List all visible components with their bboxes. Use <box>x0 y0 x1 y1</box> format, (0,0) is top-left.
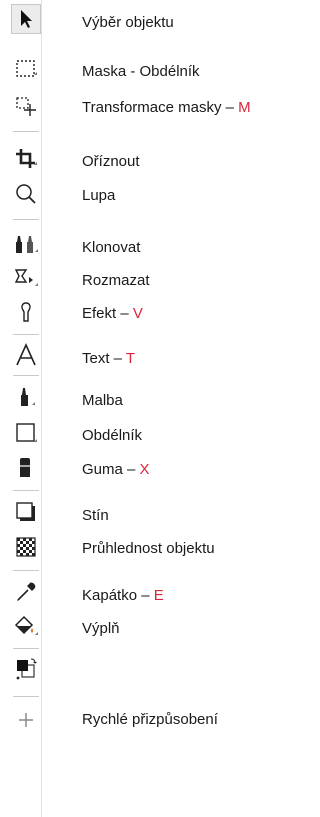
tool-label-clone: Klonovat <box>82 239 141 256</box>
toolbox-separator <box>13 334 39 335</box>
shortcut-key: M <box>238 99 251 116</box>
color-swatch-icon[interactable] <box>11 654 41 684</box>
shortcut-key: E <box>153 587 164 604</box>
shortcut-key: T <box>125 350 136 367</box>
tool-label-transparency: Průhlednost objektu <box>82 540 215 557</box>
toolbox-separator <box>13 131 39 132</box>
tool-label-zoom: Lupa <box>82 187 116 204</box>
text-icon[interactable] <box>11 340 41 370</box>
tool-label-crop: Oříznout <box>82 153 140 170</box>
tool-label-quick-customize: Rychlé přizpůsobení <box>82 711 218 728</box>
shortcut-key: X <box>139 461 150 478</box>
fill-bucket-icon[interactable] <box>11 611 41 641</box>
tool-label-mask-rectangle: Maska - Obdélník <box>82 63 200 80</box>
rectangle-icon[interactable] <box>11 418 41 448</box>
mask-transform-icon[interactable] <box>11 92 41 122</box>
shadow-icon[interactable] <box>11 497 41 527</box>
tool-label-smudge: Rozmazat <box>82 272 150 289</box>
zoom-magnifier-icon[interactable] <box>11 179 41 209</box>
tool-label-paint: Malba <box>82 392 123 409</box>
pick-tool-arrow-icon[interactable] <box>11 4 41 34</box>
tool-label-eraser: Guma – X <box>82 461 150 478</box>
shortcut-key: V <box>132 305 143 322</box>
toolbox-separator <box>13 375 39 376</box>
crop-icon[interactable] <box>11 144 41 174</box>
toolbox-separator <box>13 219 39 220</box>
tool-label-mask-transform: Transformace masky – M <box>82 99 251 116</box>
eraser-icon[interactable] <box>11 453 41 483</box>
paint-brush-icon[interactable] <box>11 382 41 412</box>
tool-label-pick: Výběr objektu <box>82 14 174 31</box>
toolbox-panel <box>9 0 42 817</box>
tool-label-fill: Výplň <box>82 620 120 637</box>
transparency-checker-icon[interactable] <box>11 532 41 562</box>
tool-label-rectangle: Obdélník <box>82 427 143 444</box>
tool-label-shadow: Stín <box>82 507 109 524</box>
toolbox-separator <box>13 696 39 697</box>
toolbox-separator <box>13 648 39 649</box>
toolbox-separator <box>13 490 39 491</box>
eyedropper-icon[interactable] <box>11 577 41 607</box>
tool-label-effect: Efekt – V <box>82 305 143 322</box>
effect-icon[interactable] <box>11 297 41 327</box>
mask-rectangle-icon[interactable] <box>11 54 41 84</box>
tool-label-text: Text – T <box>82 350 136 367</box>
quick-customize-plus-icon[interactable] <box>11 705 41 735</box>
clone-brush-icon[interactable] <box>11 230 41 260</box>
tool-label-eyedropper: Kapátko – E <box>82 587 164 604</box>
toolbox-separator <box>13 570 39 571</box>
smudge-icon[interactable] <box>11 264 41 294</box>
